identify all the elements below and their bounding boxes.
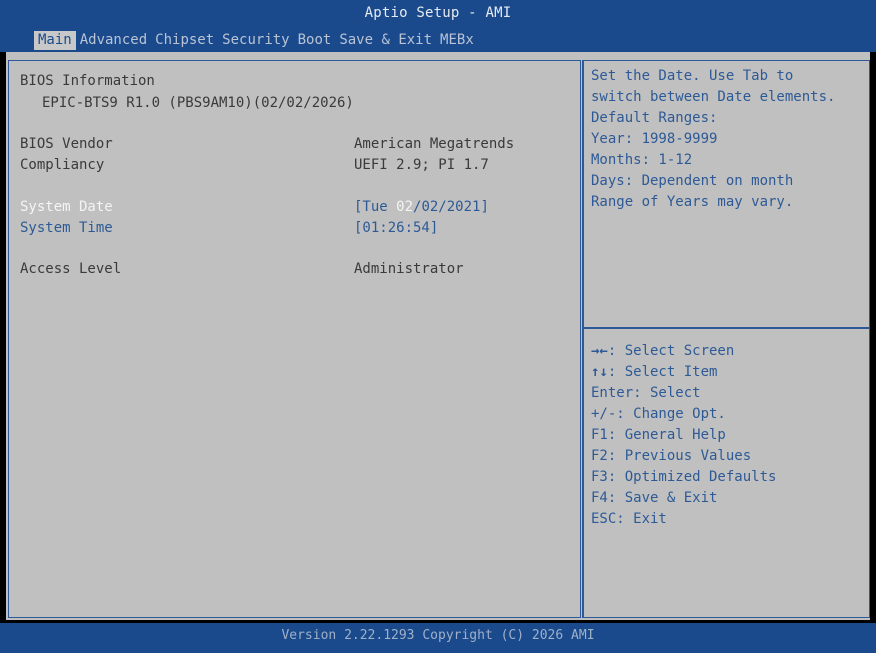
- system-date-field[interactable]: [Tue 02/02/2021]: [354, 199, 489, 215]
- key-f3: F3: Optimized Defaults: [591, 469, 777, 485]
- bios-vendor-value: American Megatrends: [354, 136, 515, 152]
- bios-vendor-label: BIOS Vendor: [20, 136, 113, 152]
- help-line: Set the Date. Use Tab to: [591, 68, 794, 84]
- help-line: switch between Date elements.: [591, 89, 836, 105]
- key-f2: F2: Previous Values: [591, 448, 752, 464]
- access-level-value: Administrator: [354, 261, 464, 277]
- help-line: Days: Dependent on month: [591, 173, 794, 189]
- date-month-selected[interactable]: 02: [396, 199, 413, 215]
- key-esc: ESC: Exit: [591, 511, 667, 527]
- compliancy-value: UEFI 2.9; PI 1.7: [354, 157, 489, 173]
- help-divider: [584, 327, 869, 329]
- help-line: Default Ranges:: [591, 110, 718, 126]
- tab-boot[interactable]: Boot: [294, 31, 336, 50]
- key-enter: Enter: Select: [591, 385, 701, 401]
- key-change-opt: +/-: Change Opt.: [591, 406, 726, 422]
- help-line: Months: 1-12: [591, 152, 693, 168]
- tab-main[interactable]: Main: [34, 31, 76, 50]
- key-f4: F4: Save & Exit: [591, 490, 718, 506]
- key-f1: F1: General Help: [591, 427, 726, 443]
- tab-save-exit[interactable]: Save & Exit: [335, 31, 436, 50]
- help-frame: Set the Date. Use Tab to switch between D…: [582, 60, 870, 618]
- left-right-arrows-icon: →←: [591, 343, 608, 359]
- date-prefix: [Tue: [354, 199, 397, 215]
- help-text: Set the Date. Use Tab to switch between D…: [591, 66, 835, 213]
- tab-chipset[interactable]: Chipset: [151, 31, 218, 50]
- access-level-label: Access Level: [20, 261, 122, 277]
- menu-bar: Main Advanced Chipset Security Boot Save…: [34, 31, 478, 50]
- bottom-bar: Version 2.22.1293 Copyright (C) 2026 AMI: [0, 623, 876, 653]
- compliancy-label: Compliancy: [20, 157, 105, 173]
- key-select-item: ↑↓: Select Item: [591, 364, 718, 380]
- system-time-field[interactable]: [01:26:54]: [354, 220, 438, 236]
- tab-security[interactable]: Security: [218, 31, 293, 50]
- date-suffix: /02/2021]: [413, 199, 489, 215]
- tab-mebx[interactable]: MEBx: [436, 31, 478, 50]
- key-legend: →←: Select Screen ↑↓: Select Item Enter: S…: [591, 341, 776, 530]
- settings-frame: BIOS Information EPIC-BTS9 R1.0 (PBS9AM1…: [8, 60, 581, 618]
- window-title: Aptio Setup - AMI: [364, 5, 512, 21]
- system-date-label[interactable]: System Date: [20, 199, 113, 215]
- tab-advanced[interactable]: Advanced: [76, 31, 151, 50]
- main-panel: BIOS Information EPIC-BTS9 R1.0 (PBS9AM1…: [6, 52, 870, 620]
- help-line: Year: 1998-9999: [591, 131, 718, 147]
- key-select-screen: →←: Select Screen: [591, 343, 735, 359]
- system-time-label[interactable]: System Time: [20, 220, 113, 236]
- bios-info-heading: BIOS Information: [20, 73, 155, 89]
- bios-version: EPIC-BTS9 R1.0 (PBS9AM10)(02/02/2026): [42, 95, 354, 111]
- up-down-arrows-icon: ↑↓: [591, 364, 608, 380]
- help-line: Range of Years may vary.: [591, 194, 794, 210]
- version-footer: Version 2.22.1293 Copyright (C) 2026 AMI: [281, 628, 595, 643]
- top-bar: Aptio Setup - AMI Main Advanced Chipset …: [0, 0, 876, 52]
